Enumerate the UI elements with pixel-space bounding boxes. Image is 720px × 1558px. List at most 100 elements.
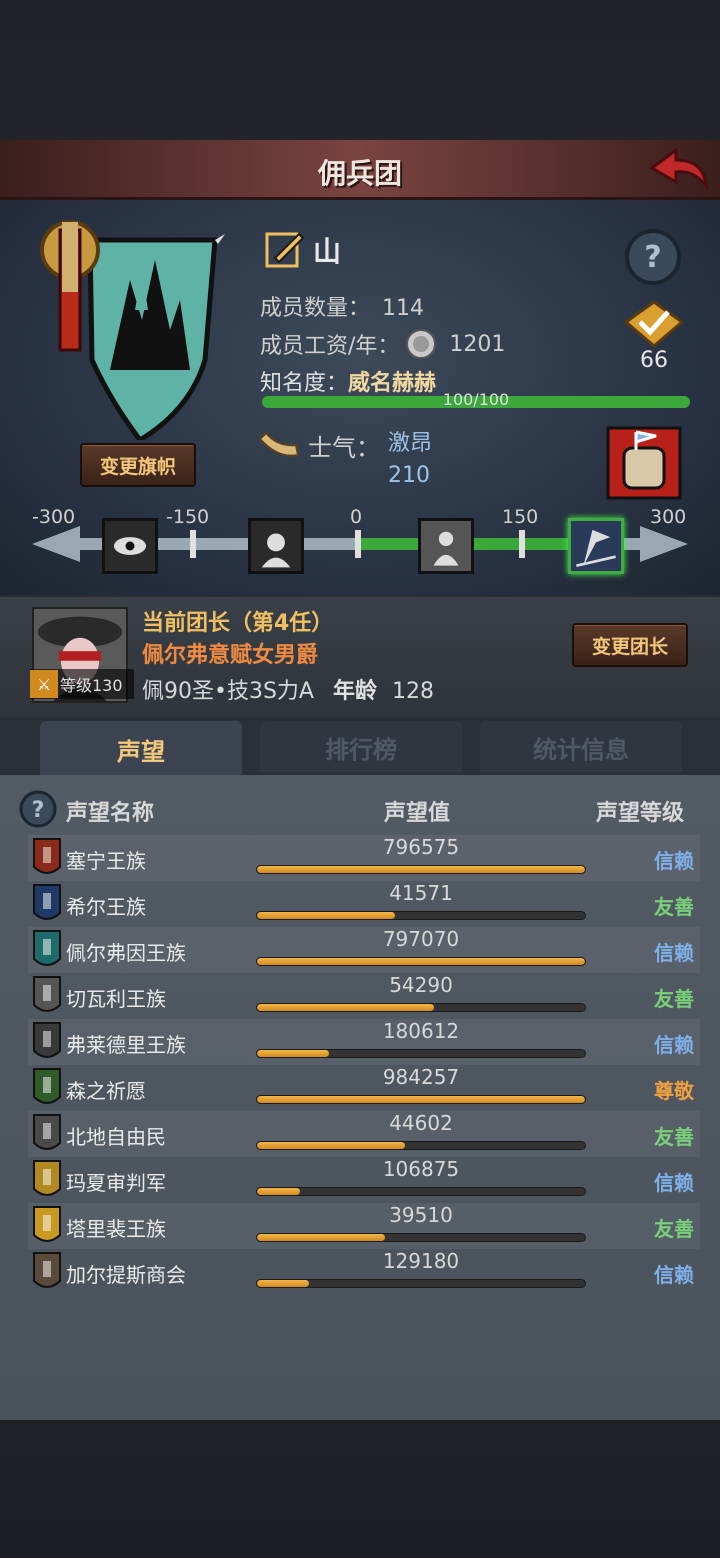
reputation-level: 信赖 bbox=[654, 1263, 694, 1287]
reputation-bar-fill bbox=[257, 1096, 585, 1103]
faction-emblem-icon bbox=[33, 1252, 61, 1288]
back-arrow-icon[interactable] bbox=[646, 146, 710, 194]
reputation-bar bbox=[256, 957, 586, 966]
reputation-bar bbox=[256, 1049, 586, 1058]
morale-value: 210 bbox=[388, 463, 430, 488]
reputation-bar-fill bbox=[257, 958, 585, 965]
reputation-bar-fill bbox=[257, 912, 395, 919]
faction-name: 切瓦利王族 bbox=[66, 987, 166, 1011]
age-label: 年龄 bbox=[332, 679, 377, 704]
change-banner-button[interactable]: 变更旗帜 bbox=[80, 443, 196, 487]
leader-title: 当前团长（第4任） bbox=[142, 611, 334, 636]
header-name: 声望名称 bbox=[66, 801, 155, 826]
rank-badge[interactable]: 66 bbox=[622, 300, 686, 373]
header-value: 声望值 bbox=[384, 801, 451, 826]
table-row[interactable]: 玛夏审判军 106875 信赖 bbox=[28, 1157, 700, 1203]
morale-values: 激昂 210 bbox=[388, 428, 432, 492]
members-stat: 成员数量： 114 bbox=[260, 290, 424, 322]
drum-flag-icon[interactable] bbox=[606, 426, 682, 500]
table-row[interactable]: 森之祈愿 984257 尊敬 bbox=[28, 1065, 700, 1111]
reputation-value: 984257 bbox=[382, 1065, 460, 1089]
reputation-level: 信赖 bbox=[654, 1033, 694, 1057]
tab-ranking[interactable]: 排行榜 bbox=[260, 721, 462, 773]
faction-emblem-icon bbox=[33, 1206, 61, 1242]
silver-coin-icon bbox=[406, 329, 437, 359]
table-row[interactable]: 佩尔弗因王族 797070 信赖 bbox=[28, 927, 700, 973]
reputation-value: 106875 bbox=[382, 1157, 460, 1181]
table-header: ? 声望名称 声望值 声望等级 bbox=[0, 789, 720, 829]
table-row[interactable]: 切瓦利王族 54290 友善 bbox=[28, 973, 700, 1019]
page-title: 佣兵团 bbox=[317, 157, 402, 190]
reputation-value: 44602 bbox=[389, 1111, 453, 1135]
table-row[interactable]: 希尔王族 41571 友善 bbox=[28, 881, 700, 927]
leader-info: 佩90圣•技3S力A 年龄 128 bbox=[142, 673, 434, 705]
reputation-bar bbox=[256, 1279, 586, 1288]
reputation-value: 39510 bbox=[389, 1203, 453, 1227]
reputation-value: 180612 bbox=[382, 1019, 460, 1043]
faction-name: 希尔王族 bbox=[66, 895, 146, 919]
despair-icon bbox=[248, 518, 304, 574]
table-row[interactable]: 加尔提斯商会 129180 信赖 bbox=[28, 1249, 700, 1295]
salary-value: 1201 bbox=[449, 331, 506, 357]
reputation-bar-fill bbox=[257, 1234, 385, 1241]
help-icon[interactable]: ? bbox=[624, 228, 682, 286]
reputation-level: 信赖 bbox=[654, 849, 694, 873]
reputation-value: 797070 bbox=[382, 927, 460, 951]
table-row[interactable]: 塞宁王族 796575 信赖 bbox=[28, 835, 700, 881]
reputation-value: 796575 bbox=[382, 835, 460, 859]
header-level: 声望等级 bbox=[596, 801, 685, 826]
tick-label: 0 bbox=[350, 506, 363, 528]
reputation-level: 尊敬 bbox=[654, 1079, 694, 1103]
reputation-bar-fill bbox=[257, 1142, 405, 1149]
reputation-bar bbox=[256, 1141, 586, 1150]
tab-bar: 声望 排行榜 统计信息 bbox=[0, 717, 720, 777]
leader-stats: 佩90圣•技3S力A bbox=[142, 679, 314, 704]
leader-panel: ⚔ 等级130 当前团长（第4任） 佩尔弗意赋女男爵 佩90圣•技3S力A 年龄… bbox=[0, 597, 720, 717]
tab-reputation[interactable]: 声望 bbox=[40, 721, 242, 777]
help-icon[interactable]: ? bbox=[18, 789, 58, 829]
faction-name: 北地自由民 bbox=[66, 1125, 166, 1149]
calm-icon bbox=[418, 518, 474, 574]
leader-name: 佩尔弗意赋女男爵 bbox=[142, 643, 319, 668]
reputation-bar bbox=[256, 1187, 586, 1196]
table-row[interactable]: 塔里裴王族 39510 友善 bbox=[28, 1203, 700, 1249]
reputation-value: 129180 bbox=[382, 1249, 460, 1273]
faction-name: 加尔提斯商会 bbox=[66, 1263, 186, 1287]
table-row[interactable]: 弗莱德里王族 180612 信赖 bbox=[28, 1019, 700, 1065]
fame-progress-text: 100/100 bbox=[442, 390, 510, 409]
faction-emblem-icon bbox=[33, 838, 61, 874]
rank-value: 66 bbox=[640, 348, 668, 373]
faction-emblem-icon bbox=[33, 1114, 61, 1150]
reputation-bar-fill bbox=[257, 1050, 330, 1057]
eye-icon bbox=[102, 518, 158, 574]
reputation-value: 41571 bbox=[389, 881, 453, 905]
reputation-bar bbox=[256, 1003, 586, 1012]
reputation-level: 信赖 bbox=[654, 1171, 694, 1195]
faction-emblem-icon bbox=[33, 1022, 61, 1058]
faction-name: 佩尔弗因王族 bbox=[66, 941, 186, 965]
morale-state: 激昂 bbox=[388, 431, 433, 456]
change-leader-button[interactable]: 变更团长 bbox=[572, 623, 688, 667]
faction-emblem-icon bbox=[33, 1068, 61, 1104]
reputation-level: 信赖 bbox=[654, 941, 694, 965]
reputation-bar bbox=[256, 1233, 586, 1242]
sword-icon: ⚔ bbox=[30, 670, 58, 698]
reputation-bar bbox=[256, 911, 586, 920]
reputation-level: 友善 bbox=[654, 1125, 694, 1149]
faction-name: 塔里裴王族 bbox=[66, 1217, 166, 1241]
banner-charge-icon bbox=[568, 518, 624, 574]
reputation-bar-fill bbox=[257, 1188, 300, 1195]
age-value: 128 bbox=[392, 679, 434, 704]
tick-label: 300 bbox=[650, 506, 687, 528]
faction-emblem-icon bbox=[33, 1160, 61, 1196]
svg-text:?: ? bbox=[644, 240, 661, 275]
horn-icon bbox=[258, 431, 300, 457]
reputation-value: 54290 bbox=[389, 973, 453, 997]
tab-statistics[interactable]: 统计信息 bbox=[480, 721, 682, 773]
edit-icon[interactable] bbox=[265, 230, 305, 270]
reputation-bar-fill bbox=[257, 1280, 310, 1287]
faction-name: 弗莱德里王族 bbox=[66, 1033, 186, 1057]
table-row[interactable]: 北地自由民 44602 友善 bbox=[28, 1111, 700, 1157]
reputation-bar-fill bbox=[257, 1004, 435, 1011]
guild-name-row: 山 bbox=[265, 230, 341, 270]
